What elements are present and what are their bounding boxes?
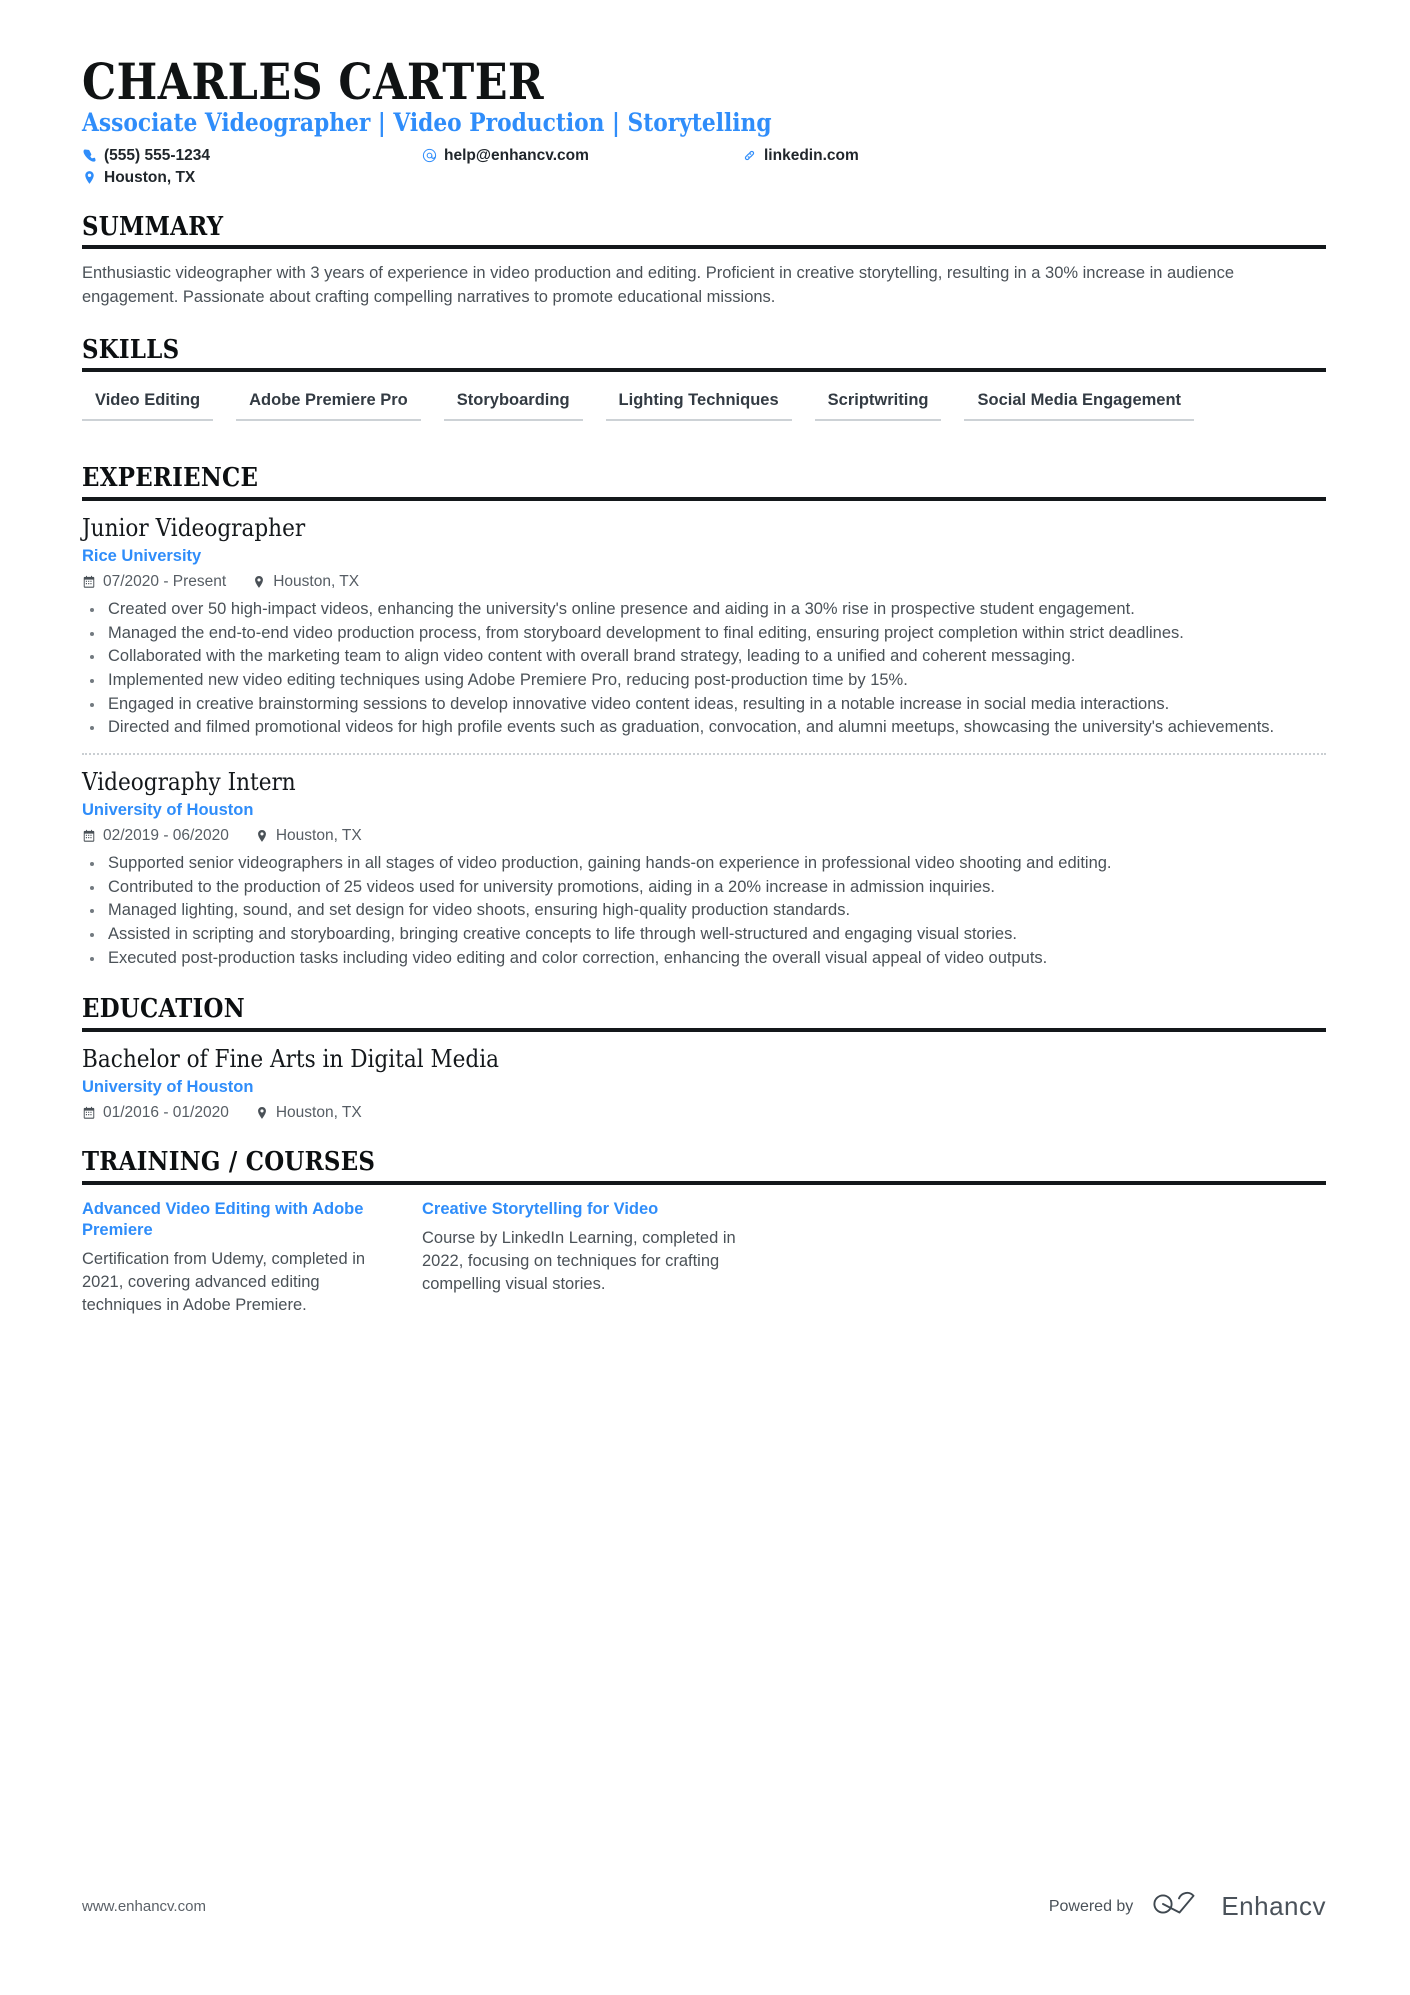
- date-range: 07/2020 - Present: [82, 573, 226, 591]
- section-summary: SUMMARY Enthusiastic videographer with 3…: [82, 213, 1326, 310]
- course-item: Creative Storytelling for Video Course b…: [422, 1199, 762, 1317]
- contact-linkedin-value: linkedin.com: [764, 146, 859, 164]
- resume-header: CHARLES CARTER Associate Videographer | …: [82, 56, 1326, 187]
- skill-item: Lighting Techniques: [605, 388, 792, 422]
- list-item: Implemented new video editing techniques…: [82, 669, 1326, 692]
- degree-title: Bachelor of Fine Arts in Digital Media: [82, 1044, 500, 1073]
- list-item: Assisted in scripting and storyboarding,…: [82, 923, 1326, 946]
- skill-item: Adobe Premiere Pro: [236, 388, 421, 422]
- company-name[interactable]: University of Houston: [82, 801, 1326, 820]
- map-pin-icon: [82, 170, 97, 185]
- skill-item: Video Editing: [82, 388, 214, 422]
- list-item: Engaged in creative brainstorming sessio…: [82, 693, 1326, 716]
- summary-text: Enthusiastic videographer with 3 years o…: [82, 264, 1234, 307]
- skill-item: Scriptwriting: [814, 388, 942, 422]
- date-range-value: 02/2019 - 06/2020: [103, 827, 229, 845]
- responsibility-list: Created over 50 high-impact videos, enha…: [82, 598, 1326, 739]
- responsibility-list: Supported senior videographers in all st…: [82, 852, 1326, 969]
- course-description: Certification from Udemy, completed in 2…: [82, 1250, 366, 1314]
- footer-branding: Powered by Enhancv: [1049, 1890, 1326, 1923]
- list-item: Contributed to the production of 25 vide…: [82, 876, 1326, 899]
- list-item: Managed the end-to-end video production …: [82, 622, 1326, 645]
- section-rule: [82, 368, 1326, 373]
- enhancv-logo-icon: [1150, 1890, 1204, 1923]
- entry-meta: 07/2020 - Present Houston, TX: [82, 573, 1326, 591]
- list-item: Created over 50 high-impact videos, enha…: [82, 598, 1326, 621]
- company-name[interactable]: Rice University: [82, 547, 1326, 566]
- entry-location: Houston, TX: [255, 827, 362, 845]
- entry-meta: 02/2019 - 06/2020 Houston, TX: [82, 827, 1326, 845]
- map-pin-icon: [255, 1106, 269, 1120]
- contact-row-secondary: Houston, TX: [82, 169, 1326, 187]
- contact-row-primary: (555) 555-1234 help@enhancv.com linkedin…: [82, 147, 1326, 165]
- skills-list: Video Editing Adobe Premiere Pro Storybo…: [82, 388, 1326, 438]
- courses-list: Advanced Video Editing with Adobe Premie…: [82, 1199, 1326, 1317]
- job-title: Videography Intern: [82, 767, 296, 796]
- entry-location: Houston, TX: [255, 1104, 362, 1122]
- powered-by-label: Powered by: [1048, 1897, 1134, 1915]
- footer-website-url[interactable]: www.enhancv.com: [82, 1898, 206, 1915]
- entry-meta: 01/2016 - 01/2020 Houston, TX: [82, 1104, 1326, 1122]
- at-sign-icon: [422, 148, 437, 163]
- school-name[interactable]: University of Houston: [82, 1078, 1326, 1097]
- experience-entry: Videography Intern University of Houston…: [82, 768, 1326, 969]
- contact-linkedin[interactable]: linkedin.com: [742, 147, 859, 165]
- section-rule: [82, 497, 1326, 502]
- section-rule: [82, 245, 1326, 250]
- contact-location: Houston, TX: [82, 169, 422, 187]
- list-item: Directed and filmed promotional videos f…: [82, 716, 1326, 739]
- date-range: 01/2016 - 01/2020: [82, 1104, 229, 1122]
- course-description: Course by LinkedIn Learning, completed i…: [422, 1228, 736, 1293]
- list-item: Managed lighting, sound, and set design …: [82, 899, 1326, 922]
- entry-divider: [82, 752, 1326, 755]
- course-title[interactable]: Creative Storytelling for Video: [422, 1199, 736, 1220]
- section-education: EDUCATION Bachelor of Fine Arts in Digit…: [82, 995, 1326, 1122]
- resume-page: CHARLES CARTER Associate Videographer | …: [0, 0, 1410, 1995]
- job-title: Junior Videographer: [82, 514, 306, 543]
- section-courses: TRAINING / COURSES Advanced Video Editin…: [82, 1148, 1326, 1317]
- section-title-courses: TRAINING / COURSES: [82, 1146, 376, 1177]
- contact-email-value: help@enhancv.com: [444, 146, 589, 164]
- calendar-icon: [82, 575, 96, 589]
- enhancv-wordmark: Enhancv: [1221, 1891, 1326, 1921]
- link-icon: [742, 148, 757, 163]
- skill-item: Social Media Engagement: [964, 388, 1195, 422]
- contact-phone[interactable]: (555) 555-1234: [82, 147, 422, 165]
- list-item: Collaborated with the marketing team to …: [82, 645, 1326, 668]
- entry-location-value: Houston, TX: [275, 827, 362, 845]
- phone-icon: [82, 148, 97, 163]
- section-rule: [82, 1027, 1326, 1032]
- date-range-value: 07/2020 - Present: [103, 573, 227, 591]
- list-item: Supported senior videographers in all st…: [82, 852, 1326, 875]
- section-rule: [82, 1180, 1326, 1185]
- page-footer: www.enhancv.com Powered by Enhancv: [82, 1890, 1326, 1923]
- section-experience: EXPERIENCE Junior Videographer Rice Univ…: [82, 464, 1326, 969]
- skill-item: Storyboarding: [443, 388, 583, 422]
- contact-block: (555) 555-1234 help@enhancv.com linkedin…: [82, 147, 1326, 187]
- entry-location: Houston, TX: [252, 573, 359, 591]
- entry-location-value: Houston, TX: [273, 573, 360, 591]
- date-range: 02/2019 - 06/2020: [82, 827, 229, 845]
- date-range-value: 01/2016 - 01/2020: [103, 1103, 229, 1121]
- section-title-education: EDUCATION: [82, 994, 245, 1025]
- page-title: CHARLES CARTER: [82, 52, 545, 111]
- contact-phone-value: (555) 555-1234: [104, 146, 210, 164]
- calendar-icon: [82, 1106, 96, 1120]
- experience-entry: Junior Videographer Rice University 07/2…: [82, 514, 1326, 739]
- section-title-experience: EXPERIENCE: [82, 463, 259, 494]
- list-item: Executed post-production tasks including…: [82, 947, 1326, 970]
- professional-headline: Associate Videographer | Video Productio…: [82, 108, 772, 137]
- entry-location-value: Houston, TX: [275, 1103, 362, 1121]
- calendar-icon: [82, 829, 96, 843]
- map-pin-icon: [252, 575, 266, 589]
- section-title-skills: SKILLS: [82, 334, 180, 365]
- education-entry: Bachelor of Fine Arts in Digital Media U…: [82, 1045, 1326, 1122]
- course-title[interactable]: Advanced Video Editing with Adobe Premie…: [82, 1199, 396, 1242]
- map-pin-icon: [255, 829, 269, 843]
- section-title-summary: SUMMARY: [82, 211, 224, 242]
- contact-email[interactable]: help@enhancv.com: [422, 147, 742, 165]
- course-item: Advanced Video Editing with Adobe Premie…: [82, 1199, 422, 1317]
- section-skills: SKILLS Video Editing Adobe Premiere Pro …: [82, 336, 1326, 439]
- contact-location-value: Houston, TX: [104, 168, 196, 186]
